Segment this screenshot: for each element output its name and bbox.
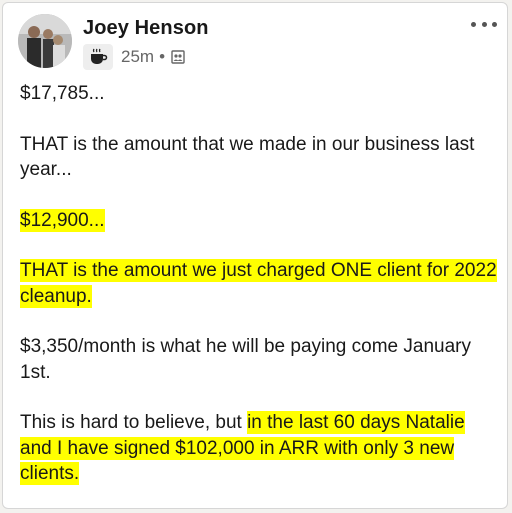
post-paragraph: THAT is the amount that we made in our b… — [20, 132, 498, 183]
post-paragraph: $3,350/month is what he will be paying c… — [20, 334, 498, 385]
post-body: $17,785... THAT is the amount that we ma… — [20, 81, 498, 512]
more-options-icon[interactable] — [471, 17, 497, 31]
meta-separator: • — [159, 47, 166, 66]
more-dot — [492, 21, 497, 27]
post-paragraph: $12,900... — [20, 208, 498, 234]
post-paragraph: This is hard to believe, but in the last… — [20, 410, 498, 487]
more-dot — [481, 21, 487, 27]
paragraph-text: THAT is the amount that we made in our b… — [20, 133, 475, 181]
more-dot — [471, 21, 476, 27]
avatar-photo — [18, 14, 72, 68]
author-avatar[interactable] — [18, 14, 72, 68]
author-name[interactable]: Joey Henson — [83, 17, 209, 40]
post-paragraph: $17,785... — [20, 81, 498, 107]
paragraph-text: $3,350/month is what he will be paying c… — [20, 336, 471, 383]
post-timestamp[interactable]: 25m — [121, 47, 154, 67]
connections-icon — [171, 50, 185, 64]
post-meta: 25m • — [83, 43, 185, 71]
post-card: Joey Henson 25m • $17,785... THAT is the… — [2, 2, 508, 509]
paragraph-text: $17,785... — [20, 83, 105, 104]
coffee-cup-icon — [83, 44, 113, 70]
highlighted-text: $12,900... — [20, 208, 105, 232]
post-paragraph: THAT is the amount we just charged ONE c… — [20, 258, 498, 309]
paragraph-text: This is hard to believe, but — [20, 412, 248, 433]
highlighted-text: THAT is the amount we just charged ONE c… — [20, 259, 497, 308]
